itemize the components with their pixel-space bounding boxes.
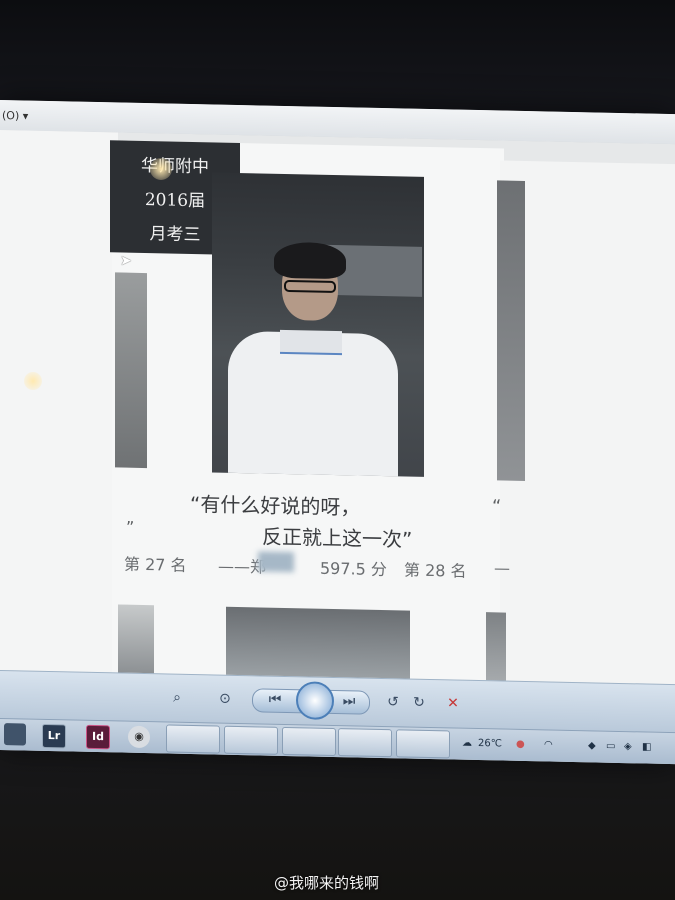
mouse-cursor-icon: ➤ xyxy=(120,253,132,269)
page-strip-left xyxy=(0,130,118,673)
security-icon[interactable]: ● xyxy=(516,739,525,750)
rank-score: 597.5 分 xyxy=(320,558,387,580)
battery-icon[interactable]: ▭ xyxy=(606,741,615,752)
image-canvas: 华师附中 2016届 月考三 “有什么好说的呀， 反正就上这一次” “ ” 第 … xyxy=(0,130,675,685)
rank-trail-dash: — xyxy=(494,558,510,578)
monitor-screen: (O) ▾ 华师附中 2016届 月考三 “有什么好说的呀， 反正就上这一次” … xyxy=(0,100,675,765)
rank-left: 第 27 名 xyxy=(124,554,187,575)
previous-icon[interactable]: ⏮ xyxy=(262,688,288,711)
weibo-watermark: @我哪来的钱啊 xyxy=(274,874,380,892)
quote-line-1: “有什么好说的呀， xyxy=(190,491,361,520)
photo-bottom-main xyxy=(226,606,410,679)
screen-glare-2 xyxy=(24,372,42,390)
quote-mark-left: ” xyxy=(126,517,135,537)
fit-icon[interactable]: ⊙ xyxy=(212,687,238,710)
photo-bottom-right xyxy=(486,612,506,681)
shield-icon[interactable]: ◈ xyxy=(624,741,632,752)
quote-line-2: 反正就上这一次” xyxy=(262,524,413,552)
taskbar-explorer-1[interactable] xyxy=(282,726,336,757)
taskbar-photo-viewer[interactable] xyxy=(396,729,450,759)
slideshow-icon[interactable] xyxy=(296,681,334,720)
weather-icon[interactable]: ☁ xyxy=(462,738,472,749)
taskbar-wechat[interactable] xyxy=(166,724,220,754)
tray-app-icon[interactable]: ◆ xyxy=(588,740,596,751)
rank-right: 第 28 名 xyxy=(404,560,467,581)
photo-collar xyxy=(280,329,342,356)
magnifier-icon[interactable]: ⌕ xyxy=(164,686,190,709)
photo-hair xyxy=(274,241,346,280)
screen-glare-1 xyxy=(150,158,172,180)
lightroom-icon[interactable]: Lr xyxy=(42,723,66,749)
photo-left-edge xyxy=(115,272,147,469)
student-photo xyxy=(212,172,424,477)
indesign-icon[interactable]: Id xyxy=(86,724,110,750)
next-icon[interactable]: ⏭ xyxy=(336,690,362,713)
photo-glasses xyxy=(284,279,336,294)
page-strip-right xyxy=(500,160,675,685)
quote-mark-right: “ xyxy=(492,496,502,518)
network-icon[interactable]: ◧ xyxy=(642,741,651,752)
blurred-name xyxy=(258,551,294,573)
photo-bottom-left xyxy=(118,604,154,674)
rotate-left-icon[interactable]: ↺ xyxy=(380,691,406,714)
delete-icon[interactable]: ✕ xyxy=(440,692,466,715)
photo-right-edge xyxy=(497,180,525,481)
weibo-icon[interactable]: ◉ xyxy=(128,725,150,749)
taskbar-explorer-2[interactable] xyxy=(338,728,392,758)
taskbar-app-icon[interactable] xyxy=(4,723,26,746)
rotate-right-icon[interactable]: ↻ xyxy=(406,692,432,715)
taskbar-internet-explorer[interactable] xyxy=(224,725,278,755)
wifi-icon[interactable]: ◠ xyxy=(544,739,553,750)
weather-temp[interactable]: 26℃ xyxy=(478,738,502,750)
menu-item[interactable]: (O) ▾ xyxy=(2,109,28,123)
